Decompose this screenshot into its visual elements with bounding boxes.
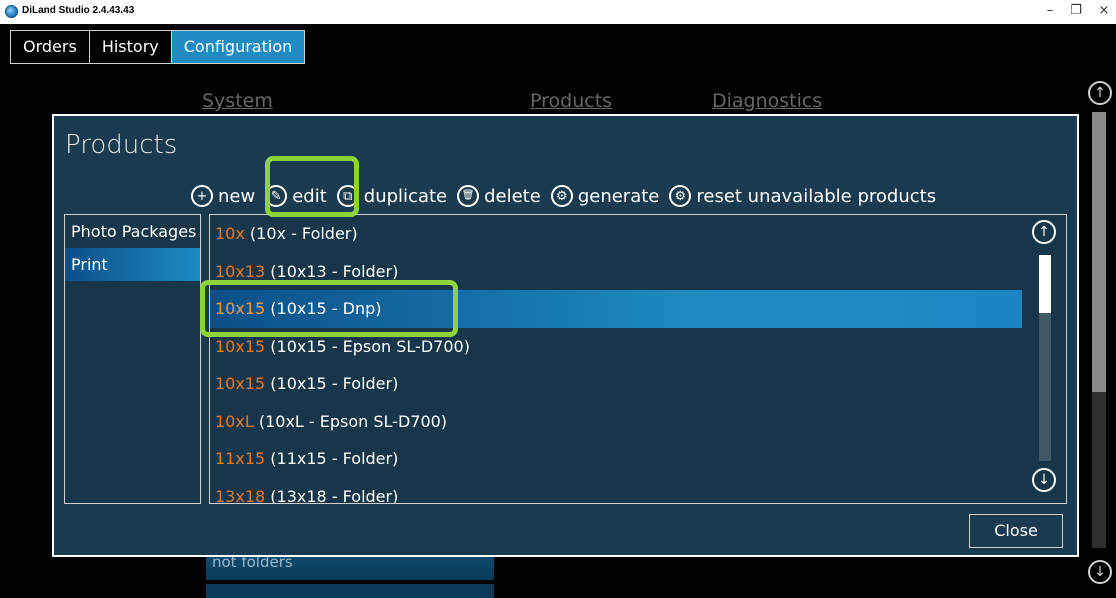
product-description: (10x - Folder) [244, 224, 358, 243]
product-row[interactable]: 10x (10x - Folder) [210, 215, 1066, 253]
category-photo-packages[interactable]: Photo Packages [65, 215, 200, 248]
product-description: (10xL - Epson SL-D700) [253, 411, 448, 431]
generate-label: generate [577, 185, 660, 207]
product-list: 10x (10x - Folder) 10x13 (10x13 - Folder… [209, 214, 1067, 504]
new-button[interactable]: + new [191, 185, 255, 207]
category-list: Photo Packages Print [64, 214, 201, 504]
product-code: 10x15 [215, 336, 266, 356]
product-code: 13x18 [215, 486, 266, 504]
dialog-title: Products [65, 130, 178, 160]
delete-button[interactable]: 🗑 delete [457, 185, 541, 207]
product-row[interactable]: 13x18 (13x18 - Folder) [210, 478, 1066, 504]
gear-icon: ⚙ [669, 185, 692, 207]
product-code: 10x [215, 224, 245, 243]
main-tabs: Orders History Configuration [10, 30, 306, 64]
delete-label: delete [484, 185, 541, 207]
product-row[interactable]: 10x15 (10x15 - Folder) [210, 365, 1066, 403]
edit-highlight-box [265, 156, 359, 217]
product-code: 10x15 [215, 374, 266, 393]
generate-button[interactable]: ⚙ generate [550, 185, 660, 207]
list-scroll-up-icon[interactable]: ↑ [1032, 220, 1056, 244]
product-description: (11x15 - Folder) [265, 449, 399, 468]
selected-row-highlight-box [200, 280, 458, 337]
product-description: (10x15 - Folder) [265, 374, 399, 393]
reset-unavailable-products-label: reset unavailable products [696, 185, 937, 207]
product-code: 10x13 [215, 261, 266, 281]
app-logo-icon [5, 5, 18, 18]
product-code: 11x15 [215, 449, 266, 468]
page-scrollbar-thumb[interactable] [1092, 112, 1106, 392]
nav-system[interactable]: System [202, 90, 273, 112]
product-description: (13x18 - Folder) [265, 486, 399, 504]
page-scroll-up-icon[interactable]: ↑ [1088, 81, 1112, 105]
background-list-item[interactable] [206, 584, 494, 598]
tab-orders[interactable]: Orders [10, 30, 89, 64]
product-row[interactable]: 10xL (10xL - Epson SL-D700) [210, 403, 1066, 441]
maximize-button[interactable]: ❐ [1066, 3, 1086, 18]
duplicate-label: duplicate [363, 185, 448, 207]
new-label: new [218, 185, 256, 207]
product-description: (10x13 - Folder) [265, 261, 399, 281]
category-print[interactable]: Print [65, 248, 200, 281]
title-bar: DiLand Studio 2.4.43.43 – ❐ × [0, 0, 1116, 24]
product-row[interactable]: 11x15 (11x15 - Folder) [210, 440, 1066, 478]
trash-icon: 🗑 [457, 185, 480, 207]
nav-products[interactable]: Products [530, 90, 612, 112]
reset-unavailable-products-button[interactable]: ⚙ reset unavailable products [669, 185, 936, 207]
tab-history[interactable]: History [88, 30, 171, 64]
gear-icon: ⚙ [550, 185, 573, 207]
list-scroll-down-icon[interactable]: ↓ [1032, 468, 1056, 492]
close-button[interactable]: Close [969, 514, 1063, 548]
window-title: DiLand Studio 2.4.43.43 [22, 5, 135, 16]
plus-icon: + [191, 185, 213, 207]
product-code: 10xL [215, 411, 254, 431]
tab-configuration[interactable]: Configuration [170, 30, 306, 64]
minimize-button[interactable]: – [1040, 3, 1060, 18]
list-scrollbar-thumb[interactable] [1039, 255, 1051, 313]
product-description: (10x15 - Epson SL-D700) [265, 336, 470, 356]
page-scroll-down-icon[interactable]: ↓ [1088, 560, 1112, 584]
close-window-button[interactable]: × [1094, 3, 1114, 18]
nav-diagnostics[interactable]: Diagnostics [712, 90, 822, 112]
